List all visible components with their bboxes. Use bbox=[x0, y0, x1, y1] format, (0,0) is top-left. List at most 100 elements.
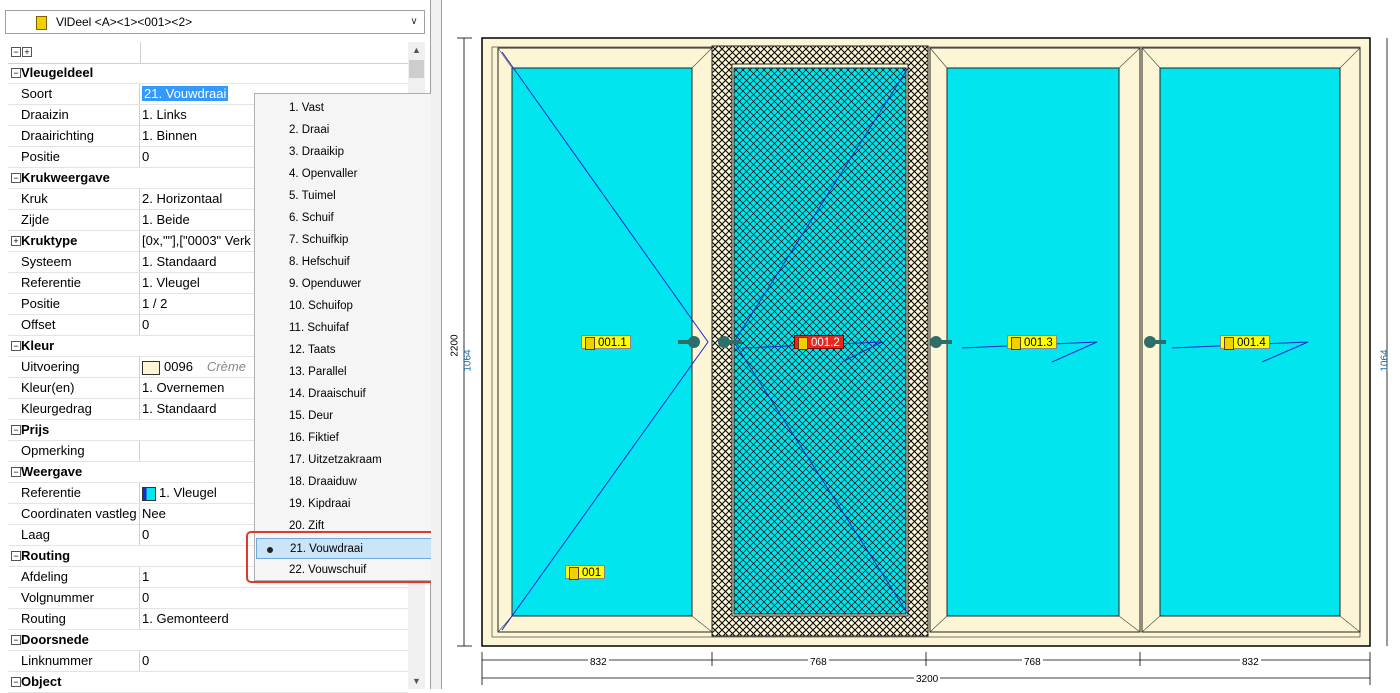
label-text: Positie bbox=[21, 296, 61, 311]
property-label: Systeem bbox=[8, 252, 140, 272]
value-text: 1. Gemonteerd bbox=[142, 611, 229, 626]
property-label: Opmerking bbox=[8, 441, 140, 461]
panel-label-2[interactable]: 001.2 bbox=[794, 335, 844, 350]
menu-item[interactable]: 9. Openduwer bbox=[256, 274, 433, 295]
menu-item-label: 7. Schuifkip bbox=[289, 234, 349, 246]
menu-item-label: 2. Draai bbox=[289, 124, 330, 136]
frame-label[interactable]: 001 bbox=[565, 565, 606, 580]
property-label: Referentie bbox=[8, 273, 140, 293]
menu-item-label: 16. Fiktief bbox=[289, 432, 339, 444]
property-label: Coordinaten vastleg bbox=[8, 504, 140, 524]
menu-item[interactable]: 8. Hefschuif bbox=[256, 252, 433, 273]
menu-item[interactable]: 4. Openvaller bbox=[256, 164, 433, 185]
category-row[interactable]: − Doorsnede bbox=[8, 630, 408, 651]
value-text: 0 bbox=[142, 317, 150, 332]
category-row[interactable]: − Vleugeldeel bbox=[8, 63, 408, 84]
label-text: Offset bbox=[21, 317, 56, 332]
label-text: Soort bbox=[21, 86, 53, 101]
menu-item[interactable]: 6. Schuif bbox=[256, 208, 433, 229]
label-text: Kleur bbox=[21, 338, 55, 353]
dim-total-height: 2200 bbox=[449, 334, 461, 357]
value-text: 0096 bbox=[164, 359, 193, 374]
menu-item-label: 14. Draaischuif bbox=[289, 388, 366, 400]
object-selector-combo[interactable]: VlDeel <A><1><001><2> ∨ bbox=[5, 10, 425, 34]
scroll-thumb[interactable] bbox=[409, 60, 424, 78]
value-text: 1 / 2 bbox=[142, 296, 168, 311]
property-row[interactable]: Routing 1. Gemonteerd bbox=[8, 609, 408, 630]
property-row[interactable]: Volgnummer 0 bbox=[8, 588, 408, 609]
menu-item[interactable]: 14. Draaischuif bbox=[256, 384, 433, 405]
panel-label-1[interactable]: 001.1 bbox=[581, 335, 631, 350]
panel-label-4[interactable]: 001.4 bbox=[1220, 335, 1270, 350]
chevron-down-icon[interactable]: ∨ bbox=[406, 13, 422, 31]
label-text: Laag bbox=[21, 527, 50, 542]
scroll-down-icon[interactable]: ▼ bbox=[408, 673, 425, 689]
menu-item[interactable]: 17. Uitzetzakraam bbox=[256, 450, 433, 471]
value-text: 1. Beide bbox=[142, 212, 190, 227]
drawing-canvas[interactable]: 001.1 001.2 001.3 001.4 001 832 768 768 … bbox=[442, 0, 1400, 689]
menu-item-label: 15. Deur bbox=[289, 410, 334, 422]
menu-item[interactable]: 19. Kipdraai bbox=[256, 494, 433, 515]
panel-splitter[interactable] bbox=[431, 0, 442, 689]
label-text: Referentie bbox=[21, 275, 81, 290]
scroll-up-icon[interactable]: ▲ bbox=[408, 42, 425, 58]
value-note: Crème bbox=[206, 359, 246, 374]
properties-panel: VlDeel <A><1><001><2> ∨ − + − Vleugeldeel… bbox=[0, 0, 439, 693]
menu-item[interactable]: 10. Schuifop bbox=[256, 296, 433, 317]
property-value[interactable]: 0 bbox=[141, 651, 408, 671]
dim-width-1: 832 bbox=[588, 657, 609, 668]
value-text: 0 bbox=[142, 149, 150, 164]
panel-label-3[interactable]: 001.3 bbox=[1007, 335, 1057, 350]
value-text: 0 bbox=[142, 590, 150, 605]
property-label: Draaizin bbox=[8, 105, 140, 125]
dim-width-3: 768 bbox=[1022, 657, 1043, 668]
value-text: 0 bbox=[142, 653, 150, 668]
property-label: Volgnummer bbox=[8, 588, 140, 608]
value-text: 1 bbox=[142, 569, 150, 584]
category-row[interactable]: − Object bbox=[8, 672, 408, 693]
label-text: Weergave bbox=[21, 464, 83, 479]
value-text: 21. Vouwdraai bbox=[142, 86, 229, 101]
menu-item-label: 17. Uitzetzakraam bbox=[289, 454, 382, 466]
menu-item[interactable]: 1. Vast bbox=[256, 98, 433, 119]
menu-item-label: 8. Hefschuif bbox=[289, 256, 350, 268]
door-icon bbox=[36, 16, 47, 30]
property-value[interactable]: 0 bbox=[141, 588, 408, 608]
menu-item[interactable]: 11. Schuifaf bbox=[256, 318, 433, 339]
collapse-all-icon[interactable]: − bbox=[11, 47, 21, 57]
property-label: Positie bbox=[8, 294, 140, 314]
value-text: 1. Standaard bbox=[142, 254, 217, 269]
menu-item[interactable]: 18. Draaiduw bbox=[256, 472, 433, 493]
menu-item[interactable]: 13. Parallel bbox=[256, 362, 433, 383]
object-selector-text: VlDeel <A><1><001><2> bbox=[56, 15, 193, 29]
menu-item[interactable]: 5. Tuimel bbox=[256, 186, 433, 207]
menu-item-label: 4. Openvaller bbox=[289, 168, 358, 180]
menu-item[interactable]: 3. Draaikip bbox=[256, 142, 433, 163]
highlight-annotation bbox=[246, 531, 439, 583]
label-text: Linknummer bbox=[21, 653, 93, 668]
menu-item-label: 12. Taats bbox=[289, 344, 336, 356]
category-label: Doorsnede bbox=[8, 630, 308, 650]
label-text: Draaizin bbox=[21, 107, 69, 122]
menu-item[interactable]: 16. Fiktief bbox=[256, 428, 433, 449]
menu-item[interactable]: 15. Deur bbox=[256, 406, 433, 427]
soort-dropdown-list: 1. Vast 2. Draai 3. Draaikip 4. Openvaller 5… bbox=[254, 93, 436, 581]
label-text: Volgnummer bbox=[21, 590, 94, 605]
property-label: Afdeling bbox=[8, 567, 140, 587]
value-text: 1. Links bbox=[142, 107, 187, 122]
label-text: Kruk bbox=[21, 191, 48, 206]
menu-item[interactable]: 2. Draai bbox=[256, 120, 433, 141]
property-value[interactable]: 1. Gemonteerd bbox=[141, 609, 408, 629]
expand-all-icon[interactable]: + bbox=[22, 47, 32, 57]
menu-item[interactable]: 12. Taats bbox=[256, 340, 433, 361]
label-text: Afdeling bbox=[21, 569, 68, 584]
dim-handle-height-right: 1064 bbox=[1379, 349, 1391, 372]
menu-item-label: 13. Parallel bbox=[289, 366, 347, 378]
label-text: Kruktype bbox=[21, 233, 78, 248]
menu-item[interactable]: 7. Schuifkip bbox=[256, 230, 433, 251]
value-text: 2. Horizontaal bbox=[142, 191, 223, 206]
property-row[interactable]: Linknummer 0 bbox=[8, 651, 408, 672]
menu-item-label: 10. Schuifop bbox=[289, 300, 353, 312]
label-text: Doorsnede bbox=[21, 632, 89, 647]
label-text: Systeem bbox=[21, 254, 72, 269]
